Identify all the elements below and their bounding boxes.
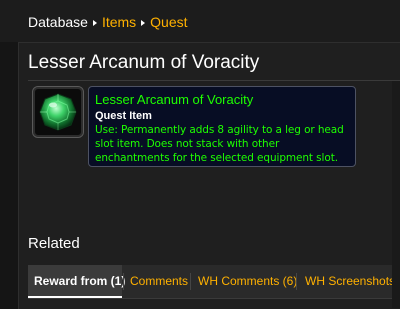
title-divider bbox=[28, 80, 400, 81]
breadcrumb-separator-icon bbox=[141, 19, 146, 26]
item-icon-frame[interactable] bbox=[32, 86, 84, 138]
breadcrumb-items[interactable]: Items bbox=[102, 14, 136, 30]
top-bar: Database Items Quest bbox=[0, 0, 400, 42]
tab-divider bbox=[296, 273, 297, 290]
breadcrumb: Database Items Quest bbox=[28, 13, 188, 31]
green-gem-icon bbox=[39, 93, 77, 131]
tab-wh-screenshots[interactable]: WH Screenshots (0 bbox=[299, 265, 400, 298]
breadcrumb-database[interactable]: Database bbox=[28, 14, 88, 30]
tab-divider bbox=[190, 273, 191, 290]
item-type: Quest Item bbox=[95, 110, 152, 122]
scrollbar[interactable] bbox=[392, 81, 400, 308]
related-tabs: Reward from (1) Comments WH Comments (6)… bbox=[28, 265, 400, 299]
tab-reward-from[interactable]: Reward from (1) bbox=[28, 265, 125, 298]
tab-comments[interactable]: Comments bbox=[124, 265, 190, 298]
breadcrumb-separator-icon bbox=[92, 19, 97, 26]
breadcrumb-quest[interactable]: Quest bbox=[150, 14, 187, 30]
related-heading: Related bbox=[28, 235, 80, 252]
item-use-text: Use: Permanently adds 8 agility to a leg… bbox=[95, 124, 344, 164]
page-title: Lesser Arcanum of Voracity bbox=[28, 52, 260, 73]
item-tooltip: Lesser Arcanum of Voracity Quest Item Us… bbox=[88, 86, 356, 167]
item-name: Lesser Arcanum of Voracity bbox=[95, 92, 254, 107]
tab-wh-comments[interactable]: WH Comments (6) bbox=[192, 265, 297, 298]
